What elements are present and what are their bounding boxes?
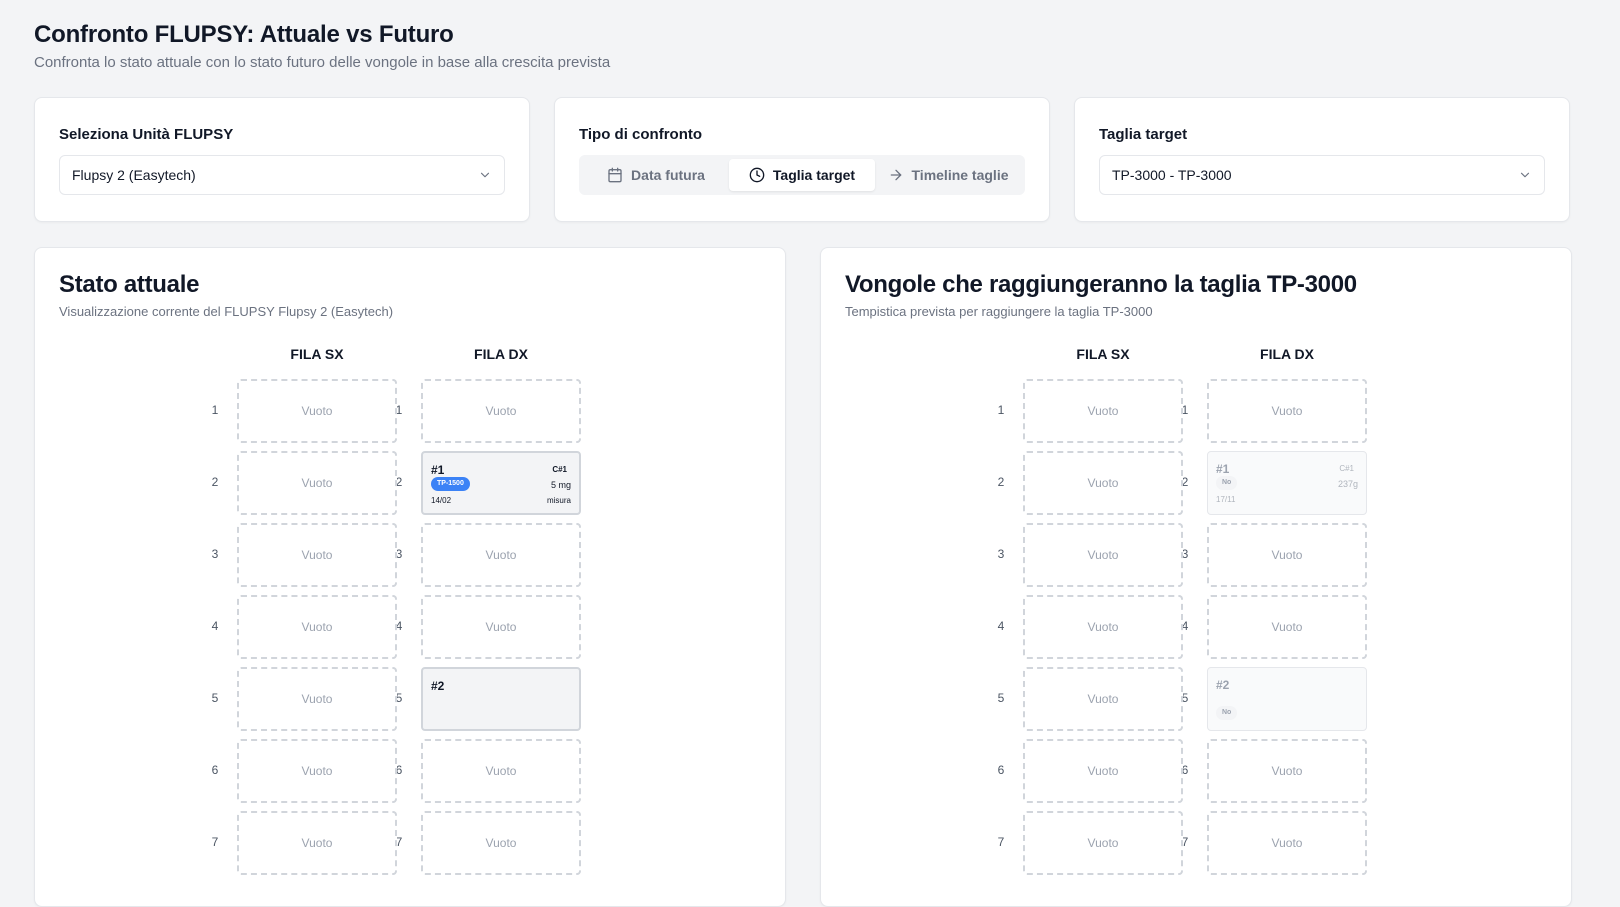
empty-slot[interactable]: Vuoto: [421, 739, 581, 803]
row-number: 3: [211, 547, 219, 561]
panels-row: Stato attuale Visualizzazione corrente d…: [34, 247, 1586, 907]
empty-slot[interactable]: Vuoto: [1207, 739, 1367, 803]
tab-timeline-taglie-label: Timeline taglie: [911, 167, 1009, 183]
calendar-icon: [608, 167, 622, 183]
tab-taglia-target-label: Taglia target: [772, 167, 856, 183]
basket-id: #1: [431, 463, 445, 477]
basket-card[interactable]: #2: [421, 667, 581, 731]
row-number: 7: [211, 835, 219, 849]
tab-taglia-target[interactable]: Taglia target: [729, 159, 875, 191]
row-number: 6: [997, 763, 1005, 777]
empty-slot[interactable]: Vuoto: [1207, 379, 1367, 443]
empty-slot[interactable]: Vuoto: [1023, 595, 1183, 659]
column-header-dx: FILA DX: [474, 346, 528, 362]
row-number: 5: [997, 691, 1005, 705]
row-number: 1: [997, 403, 1005, 417]
target-status-badge: No: [1216, 706, 1238, 720]
comparison-type-label: Tipo di confronto: [579, 126, 703, 143]
row-number: 4: [997, 619, 1005, 633]
unit-select[interactable]: Flupsy 2 (Easytech): [59, 155, 505, 195]
current-state-title: Stato attuale: [59, 271, 200, 298]
cycle-label: C#1: [552, 465, 567, 474]
current-state-panel: Stato attuale Visualizzazione corrente d…: [34, 247, 786, 907]
empty-slot[interactable]: Vuoto: [1023, 667, 1183, 731]
empty-slot[interactable]: Vuoto: [1023, 451, 1183, 515]
unit-select-label: Seleziona Unità FLUPSY: [59, 126, 234, 143]
future-state-subtitle: Tempistica prevista per raggiungere la t…: [845, 304, 1153, 319]
projected-weight: 237g: [1337, 479, 1358, 489]
future-basket-card[interactable]: #2 No: [1207, 667, 1367, 731]
row-number: 5: [211, 691, 219, 705]
row-number: 1: [211, 403, 219, 417]
basket-id: #2: [431, 679, 445, 693]
comparison-type-tabs: Data futura Taglia target Timeline tagli…: [579, 155, 1025, 195]
empty-slot[interactable]: Vuoto: [421, 523, 581, 587]
current-flupsy-grid: FILA SX FILA DX 1 2 3 4 5 6 7 1 2 3 4 5 …: [59, 346, 761, 906]
empty-slot[interactable]: Vuoto: [1023, 523, 1183, 587]
empty-slot[interactable]: Vuoto: [1207, 811, 1367, 875]
target-status-badge: No: [1216, 476, 1238, 490]
projected-date: 17/11: [1216, 495, 1236, 504]
row-number: 4: [211, 619, 219, 633]
empty-slot[interactable]: Vuoto: [1023, 739, 1183, 803]
empty-slot[interactable]: Vuoto: [237, 811, 397, 875]
empty-slot[interactable]: Vuoto: [237, 523, 397, 587]
tab-timeline-taglie[interactable]: Timeline taglie: [875, 159, 1021, 191]
arrow-right-icon: [890, 169, 901, 181]
target-size-value: TP-3000 - TP-3000: [1112, 167, 1232, 183]
current-state-subtitle: Visualizzazione corrente del FLUPSY Flup…: [59, 304, 394, 319]
unit-select-card: Seleziona Unità FLUPSY Flupsy 2 (Easytec…: [34, 97, 530, 222]
future-state-title: Vongole che raggiungeranno la taglia TP-…: [845, 271, 1357, 298]
basket-id: #2: [1216, 678, 1230, 692]
empty-slot[interactable]: Vuoto: [237, 595, 397, 659]
cycle-label: C#1: [1339, 464, 1354, 473]
page-subtitle: Confronta lo stato attuale con lo stato …: [34, 54, 611, 71]
row-number: 2: [211, 475, 219, 489]
row-number: 6: [211, 763, 219, 777]
row-number: 7: [997, 835, 1005, 849]
unit-select-value: Flupsy 2 (Easytech): [72, 167, 196, 183]
tab-data-futura-label: Data futura: [631, 167, 705, 183]
future-basket-card[interactable]: #1 C#1 No 237g 17/11: [1207, 451, 1367, 515]
clock-icon: [749, 167, 765, 183]
page: Confronto FLUPSY: Attuale vs Futuro Conf…: [0, 0, 1620, 907]
empty-slot[interactable]: Vuoto: [421, 811, 581, 875]
chevron-down-icon: [1520, 172, 1530, 178]
page-title: Confronto FLUPSY: Attuale vs Futuro: [34, 21, 454, 48]
row-number: 2: [997, 475, 1005, 489]
operation-date: 14/02: [431, 496, 452, 505]
target-size-card: Taglia target TP-3000 - TP-3000: [1074, 97, 1570, 222]
tab-data-futura[interactable]: Data futura: [583, 159, 729, 191]
basket-id: #1: [1216, 462, 1230, 476]
column-header-dx: FILA DX: [1260, 346, 1314, 362]
empty-slot[interactable]: Vuoto: [1023, 811, 1183, 875]
operation-type: misura: [546, 496, 571, 505]
column-header-sx: FILA SX: [1076, 346, 1130, 362]
basket-weight: 5 mg: [550, 480, 571, 490]
empty-slot[interactable]: Vuoto: [421, 379, 581, 443]
size-badge: TP-1500: [431, 477, 470, 491]
empty-slot[interactable]: Vuoto: [237, 667, 397, 731]
target-size-select[interactable]: TP-3000 - TP-3000: [1099, 155, 1545, 195]
empty-slot[interactable]: Vuoto: [237, 451, 397, 515]
row-number: 3: [997, 547, 1005, 561]
empty-slot[interactable]: Vuoto: [237, 739, 397, 803]
controls-row: Seleziona Unità FLUPSY Flupsy 2 (Easytec…: [34, 97, 1586, 222]
empty-slot[interactable]: Vuoto: [1023, 379, 1183, 443]
target-size-label: Taglia target: [1099, 126, 1188, 143]
empty-slot[interactable]: Vuoto: [1207, 523, 1367, 587]
chevron-down-icon: [480, 172, 490, 178]
empty-slot[interactable]: Vuoto: [237, 379, 397, 443]
comparison-type-card: Tipo di confronto Data futura Taglia tar…: [554, 97, 1050, 222]
basket-card[interactable]: #1 C#1 TP-1500 5 mg 14/02 misura: [421, 451, 581, 515]
future-flupsy-grid: FILA SX FILA DX 1 2 3 4 5 6 7 1 2 3 4 5 …: [845, 346, 1547, 906]
column-header-sx: FILA SX: [290, 346, 344, 362]
empty-slot[interactable]: Vuoto: [421, 595, 581, 659]
empty-slot[interactable]: Vuoto: [1207, 595, 1367, 659]
future-state-panel: Vongole che raggiungeranno la taglia TP-…: [820, 247, 1572, 907]
